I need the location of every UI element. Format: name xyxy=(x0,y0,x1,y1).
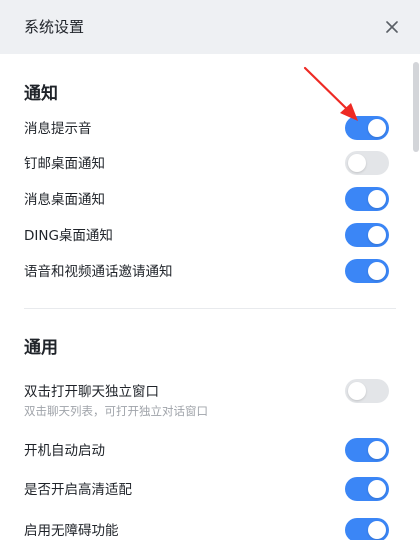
setting-row-double-click-window: 双击打开聊天独立窗口 双击聊天列表，可打开独立对话窗口 xyxy=(24,377,390,425)
setting-label: 钉邮桌面通知 xyxy=(24,156,105,172)
setting-row-ding-desktop-notify: DING桌面通知 xyxy=(24,221,390,251)
setting-label: 双击打开聊天独立窗口 xyxy=(24,384,159,400)
setting-label: DING桌面通知 xyxy=(24,228,113,244)
hd-adapt-toggle[interactable] xyxy=(345,477,389,501)
toggle-knob xyxy=(368,119,386,137)
accessibility-toggle[interactable] xyxy=(345,518,389,540)
setting-row-message-desktop-notify: 消息桌面通知 xyxy=(24,185,390,215)
auto-start-toggle[interactable] xyxy=(345,438,389,462)
scrollbar-thumb[interactable] xyxy=(413,62,419,152)
ding-desktop-notify-toggle[interactable] xyxy=(345,223,389,247)
setting-row-mail-desktop-notify: 钉邮桌面通知 xyxy=(24,149,390,179)
toggle-knob xyxy=(368,480,386,498)
setting-row-call-invite-notify: 语音和视频通话邀请通知 xyxy=(24,257,390,287)
setting-description: 双击聊天列表，可打开独立对话窗口 xyxy=(24,404,208,418)
settings-content: 通知 消息提示音 钉邮桌面通知 消息桌面通知 DING桌面通知 语音和视频通话邀… xyxy=(0,54,420,540)
toggle-knob xyxy=(368,521,386,539)
setting-row-auto-start: 开机自动启动 xyxy=(24,436,390,466)
message-sound-toggle[interactable] xyxy=(345,116,389,140)
toggle-knob xyxy=(368,226,386,244)
mail-desktop-notify-toggle[interactable] xyxy=(345,151,389,175)
setting-row-hd-adapt: 是否开启高清适配 xyxy=(24,475,390,505)
toggle-knob xyxy=(348,382,366,400)
section-title-general: 通用 xyxy=(24,338,58,358)
section-title-notify: 通知 xyxy=(24,84,58,104)
toggle-knob xyxy=(368,190,386,208)
setting-label: 启用无障碍功能 xyxy=(24,523,119,539)
toggle-knob xyxy=(348,154,366,172)
setting-label: 开机自动启动 xyxy=(24,443,105,459)
setting-label: 消息桌面通知 xyxy=(24,192,105,208)
setting-label: 消息提示音 xyxy=(24,121,92,137)
section-divider xyxy=(24,308,396,309)
setting-label: 是否开启高清适配 xyxy=(24,482,132,498)
double-click-window-toggle[interactable] xyxy=(345,379,389,403)
setting-row-accessibility: 启用无障碍功能 xyxy=(24,516,390,540)
setting-label: 语音和视频通话邀请通知 xyxy=(24,264,173,280)
setting-row-message-sound: 消息提示音 xyxy=(24,114,390,144)
message-desktop-notify-toggle[interactable] xyxy=(345,187,389,211)
toggle-knob xyxy=(368,441,386,459)
window-title: 系统设置 xyxy=(24,18,85,36)
close-icon[interactable] xyxy=(381,16,403,38)
title-bar: 系统设置 xyxy=(0,0,420,54)
toggle-knob xyxy=(368,262,386,280)
call-invite-notify-toggle[interactable] xyxy=(345,259,389,283)
